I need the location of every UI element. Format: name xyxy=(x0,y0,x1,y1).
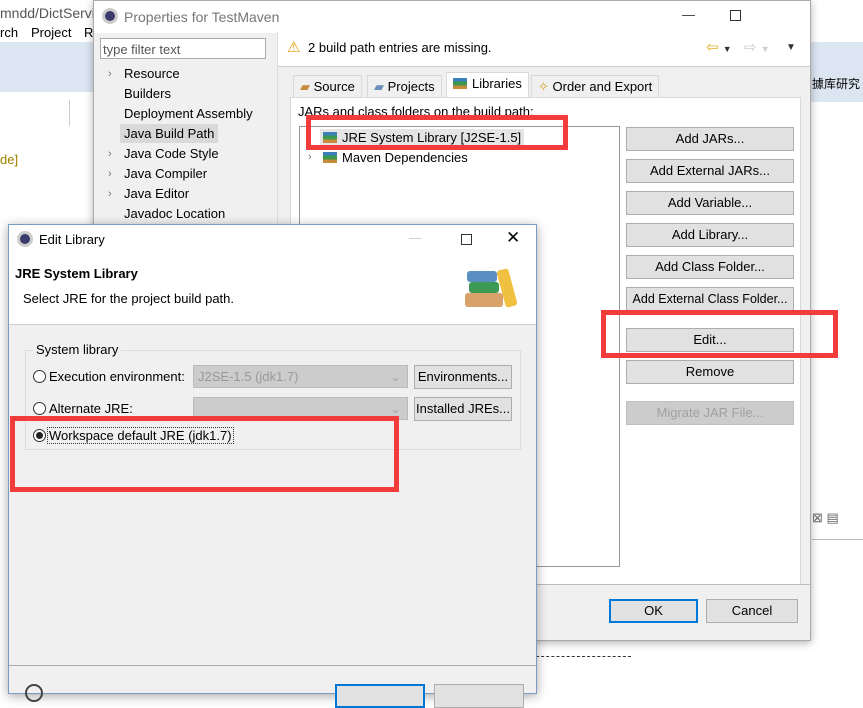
properties-title: Properties for TestMaven xyxy=(124,9,280,25)
warning-icon: ⚠ xyxy=(287,39,301,56)
list-item-jre[interactable]: JRE System Library [J2SE-1.5] xyxy=(320,129,525,146)
workspace-default-label[interactable]: Workspace default JRE (jdk1.7) xyxy=(47,427,234,444)
dialog-cancel-button[interactable] xyxy=(434,684,524,708)
back-arrow-icon[interactable]: ⇦ ▼ xyxy=(706,38,732,56)
close-button[interactable]: ✕ xyxy=(506,228,520,248)
add-class-folder-button[interactable]: Add Class Folder... xyxy=(626,255,794,279)
warning-header: ⚠ 2 build path entries are missing. ⇦ ▼ … xyxy=(278,32,810,67)
tree-item-deployment-assembly[interactable]: Deployment Assembly xyxy=(124,106,253,121)
execution-environment-combo[interactable]: J2SE-1.5 (jdk1.7) ⌄ xyxy=(193,365,408,388)
execution-environment-radio[interactable] xyxy=(33,370,46,383)
workspace-default-radio[interactable] xyxy=(33,429,46,442)
properties-title-bar: Properties for TestMaven — xyxy=(94,1,810,33)
eclipse-icon xyxy=(17,231,33,247)
chevron-right-icon[interactable]: › xyxy=(108,148,112,160)
alternate-jre-combo[interactable]: ⌄ xyxy=(193,397,408,420)
filter-input[interactable]: type filter text xyxy=(100,38,266,59)
tab-label: Libraries xyxy=(472,76,522,91)
ide-view-tab xyxy=(0,100,70,126)
button-bar-separator xyxy=(536,584,810,585)
edit-library-header: JRE System Library Select JRE for the pr… xyxy=(9,255,536,325)
tab-label: Order and Export xyxy=(552,79,653,94)
chevron-right-icon[interactable]: › xyxy=(308,151,312,163)
dialog-bottom-separator xyxy=(9,665,536,666)
alternate-jre-radio[interactable] xyxy=(33,402,46,415)
tab-order-and-export[interactable]: ✧ Order and Export xyxy=(531,75,660,98)
tree-item-resource[interactable]: Resource xyxy=(124,66,180,81)
chevron-down-icon: ⌄ xyxy=(390,369,401,384)
list-item-maven[interactable]: Maven Dependencies xyxy=(323,150,468,165)
help-icon[interactable] xyxy=(25,684,43,702)
library-icon xyxy=(323,132,337,143)
edit-library-title: Edit Library xyxy=(39,232,105,247)
edit-button[interactable]: Edit... xyxy=(626,328,794,352)
maximize-button[interactable] xyxy=(730,10,741,21)
eclipse-icon xyxy=(102,8,118,24)
tree-item-java-compiler[interactable]: Java Compiler xyxy=(124,166,207,181)
projects-folder-icon: ▰ xyxy=(374,79,388,94)
tree-item-java-build-path[interactable]: Java Build Path xyxy=(120,124,219,143)
ide-menu-run[interactable]: R xyxy=(84,25,93,40)
source-folder-icon: ▰ xyxy=(300,79,314,94)
environments-button[interactable]: Environments... xyxy=(414,365,512,389)
add-library-button[interactable]: Add Library... xyxy=(626,223,794,247)
ide-bottom-toolbar: ⊠ ▤ xyxy=(812,510,863,540)
menu-dropdown-icon[interactable]: ▼ xyxy=(786,42,796,53)
tree-item-java-code-style[interactable]: Java Code Style xyxy=(124,146,219,161)
tree-item-java-editor[interactable]: Java Editor xyxy=(124,186,189,201)
entry-label: Maven Dependencies xyxy=(342,150,468,165)
edit-library-dialog: Edit Library — ✕ JRE System Library Sele… xyxy=(8,224,537,708)
ide-right-text: 據库研究 xyxy=(812,77,861,91)
header-heading: JRE System Library xyxy=(15,266,138,281)
library-icon xyxy=(323,152,337,163)
cancel-button[interactable]: Cancel xyxy=(706,599,798,623)
books-icon xyxy=(465,268,521,311)
tab-source[interactable]: ▰ Source xyxy=(293,75,362,98)
ok-button[interactable]: OK xyxy=(609,599,698,623)
group-label: System library xyxy=(33,342,122,357)
tab-libraries[interactable]: Libraries xyxy=(446,72,529,98)
remove-button[interactable]: Remove xyxy=(626,360,794,384)
ide-title: mndd/DictServic xyxy=(0,5,102,21)
entry-label: JRE System Library [J2SE-1.5] xyxy=(342,130,522,145)
dashed-line xyxy=(536,656,631,657)
add-external-jars-button[interactable]: Add External JARs... xyxy=(626,159,794,183)
alternate-jre-label[interactable]: Alternate JRE: xyxy=(49,401,133,416)
minimize-button[interactable]: — xyxy=(682,7,695,22)
migrate-jar-button[interactable]: Migrate JAR File... xyxy=(626,401,794,425)
library-icon xyxy=(453,78,467,89)
tab-projects[interactable]: ▰ Projects xyxy=(367,75,442,98)
finish-button[interactable] xyxy=(335,684,425,708)
combo-value: J2SE-1.5 (jdk1.7) xyxy=(198,369,299,384)
execution-environment-label[interactable]: Execution environment: xyxy=(49,369,185,384)
chevron-right-icon[interactable]: › xyxy=(108,68,112,80)
ide-toolbar xyxy=(0,42,95,92)
tree-item-builders[interactable]: Builders xyxy=(124,86,171,101)
warning-message: 2 build path entries are missing. xyxy=(308,40,492,55)
ide-right-band xyxy=(810,42,863,102)
header-description: Select JRE for the project build path. xyxy=(23,291,235,306)
ide-code: de] xyxy=(0,152,19,167)
add-jars-button[interactable]: Add JARs... xyxy=(626,127,794,151)
installed-jres-button[interactable]: Installed JREs... xyxy=(414,397,512,421)
ide-menu-search[interactable]: rch xyxy=(0,25,18,40)
maximize-button[interactable] xyxy=(461,234,472,245)
edit-library-title-bar: Edit Library — ✕ xyxy=(9,225,536,255)
chevron-right-icon[interactable]: › xyxy=(108,168,112,180)
chevron-down-icon: ⌄ xyxy=(390,401,401,416)
tree-item-javadoc-location[interactable]: Javadoc Location xyxy=(124,206,225,221)
ide-menu-project[interactable]: Project xyxy=(31,25,71,40)
list-label: JARs and class folders on the build path… xyxy=(298,104,534,119)
chevron-right-icon[interactable]: › xyxy=(108,188,112,200)
add-external-class-folder-button[interactable]: Add External Class Folder... xyxy=(626,287,794,311)
tab-label: Source xyxy=(313,79,355,94)
forward-arrow-icon[interactable]: ⇨ ▼ xyxy=(744,38,770,56)
minimize-button[interactable]: — xyxy=(409,230,422,245)
order-icon: ✧ xyxy=(538,79,553,94)
add-variable-button[interactable]: Add Variable... xyxy=(626,191,794,215)
tab-label: Projects xyxy=(387,79,435,94)
